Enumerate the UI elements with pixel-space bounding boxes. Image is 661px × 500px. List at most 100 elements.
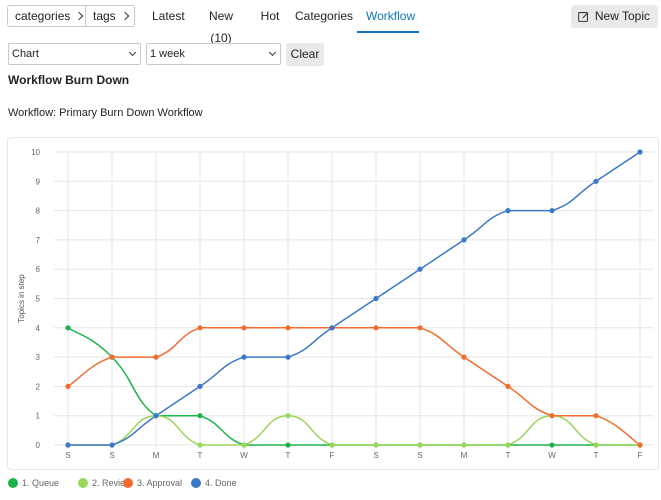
legend-swatch [191,478,201,488]
data-point-done[interactable] [417,266,423,272]
new-topic-button[interactable]: New Topic [570,5,658,28]
data-point-approval[interactable] [153,354,159,360]
tags-dropdown[interactable]: tags [85,5,135,27]
x-tick-label: S [65,451,70,460]
data-point-review[interactable] [329,442,335,448]
categories-dropdown-label: categories [15,9,71,23]
new-topic-label: New Topic [594,9,650,23]
data-point-approval[interactable] [241,325,247,331]
data-point-done[interactable] [153,413,159,419]
tab-new[interactable]: New (10) [199,5,243,45]
y-tick-label: 9 [36,177,41,186]
workflow-name: Workflow: Primary Burn Down Workflow [8,107,203,119]
data-point-approval[interactable] [505,383,511,389]
legend-label: 3. Approval [137,478,183,488]
tab-latest[interactable]: Latest [152,5,185,27]
y-axis-title: Topics in step [17,274,26,323]
data-point-approval[interactable] [417,325,423,331]
data-point-done[interactable] [637,149,643,155]
y-tick-label: 2 [36,382,41,391]
tab-workflow[interactable]: Workflow [357,5,419,33]
data-point-done[interactable] [329,325,335,331]
data-point-review[interactable] [505,442,511,448]
legend-item[interactable]: 4. Done [191,476,237,490]
data-point-done[interactable] [549,208,555,214]
data-point-review[interactable] [417,442,423,448]
data-point-queue[interactable] [549,442,555,448]
x-tick-label: F [330,451,335,460]
legend-item[interactable]: 1. Queue [8,476,59,490]
legend-label: 1. Queue [22,478,60,488]
data-point-review[interactable] [593,442,599,448]
data-point-queue[interactable] [285,442,291,448]
legend-swatch [123,478,133,488]
y-tick-label: 8 [36,207,41,216]
data-point-queue[interactable] [197,413,203,419]
y-tick-label: 6 [36,265,41,274]
y-tick-label: 10 [31,148,40,157]
y-tick-label: 4 [36,324,41,333]
y-tick-label: 0 [36,441,41,450]
y-tick-label: 7 [36,236,41,245]
x-tick-label: T [198,451,203,460]
tab-categories[interactable]: Categories [295,5,353,27]
data-point-approval[interactable] [637,442,643,448]
legend-item[interactable]: 3. Approval [123,476,182,490]
chevron-down-icon [128,48,137,57]
burn-down-chart: 0 1 2 3 4 5 6 7 8 9 10 S S M T W T F S S M T W T F Topics in step [17,148,654,460]
data-point-approval[interactable] [593,413,599,419]
x-tick-label: T [594,451,599,460]
view-select-value: Chart [12,48,39,60]
y-tick-label: 3 [36,353,41,362]
data-point-approval[interactable] [549,413,555,419]
x-tick-label: W [240,451,248,460]
data-point-approval[interactable] [65,383,71,389]
chevron-down-icon [268,48,277,57]
x-tick-label: M [153,451,160,460]
data-point-review[interactable] [461,442,467,448]
top-navigation: categories tags Latest New (10) Hot Cate… [0,0,661,45]
x-tick-label: W [548,451,556,460]
tab-hot[interactable]: Hot [259,5,281,27]
x-tick-label: S [373,451,378,460]
series-line-review [67,414,640,446]
x-tick-label: S [109,451,114,460]
data-point-done[interactable] [285,354,291,360]
period-select[interactable]: 1 week [146,43,281,65]
y-tick-label: 1 [36,412,41,421]
page-title: Workflow Burn Down [8,73,130,87]
data-point-review[interactable] [285,413,291,419]
data-point-approval[interactable] [197,325,203,331]
data-point-done[interactable] [109,442,115,448]
data-point-done[interactable] [65,442,71,448]
data-point-done[interactable] [373,295,379,302]
chevron-right-icon [75,11,84,21]
data-point-done[interactable] [241,354,247,360]
data-point-done[interactable] [593,178,599,184]
clear-button[interactable]: Clear [286,43,324,66]
tags-dropdown-label: tags [93,9,116,23]
period-select-value: 1 week [150,48,185,60]
chart-container: 0 1 2 3 4 5 6 7 8 9 10 S S M T W T F S S M T W T F Topics in step [7,137,659,470]
pencil-square-icon [577,12,589,22]
x-tick-label: M [461,451,468,460]
x-tick-label: T [506,451,511,460]
legend-label: 4. Done [205,478,237,488]
data-point-done[interactable] [505,208,511,214]
categories-dropdown[interactable]: categories [7,5,90,27]
data-point-review[interactable] [197,442,203,448]
data-point-review[interactable] [241,442,247,448]
x-tick-label: F [638,451,643,460]
data-point-done[interactable] [461,237,467,243]
data-point-approval[interactable] [373,325,379,331]
data-point-approval[interactable] [461,354,467,360]
data-point-done[interactable] [197,383,203,389]
x-tick-label: S [417,451,422,460]
view-select[interactable]: Chart [8,43,141,65]
data-point-approval[interactable] [285,325,291,331]
chevron-right-icon [120,11,129,21]
data-point-queue[interactable] [65,325,71,331]
data-point-review[interactable] [373,442,379,448]
legend-swatch [8,478,18,488]
data-point-approval[interactable] [109,354,115,360]
